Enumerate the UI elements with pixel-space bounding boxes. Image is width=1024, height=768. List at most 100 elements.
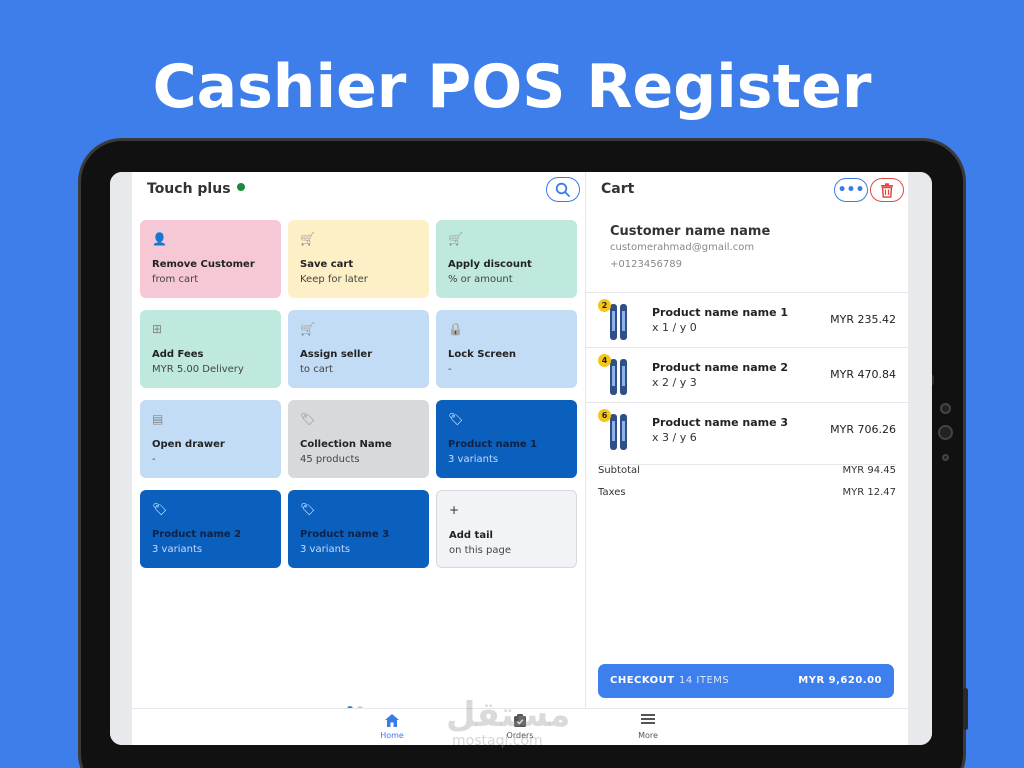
action-tile[interactable]: ▤ Open drawer - <box>140 400 281 478</box>
tile-subtitle: 45 products <box>300 454 360 465</box>
product-thumbnail-icon <box>610 359 627 395</box>
cart-item-row[interactable]: 2 Product name name 1 x 1 / y 0 MYR 235.42 <box>586 292 908 347</box>
tile-title: Save cart <box>300 259 354 270</box>
register-title: Touch plus <box>147 181 245 197</box>
customer-email: customerahmad@gmail.com <box>610 242 755 253</box>
tile-title: Product name 3 <box>300 529 390 540</box>
product-price: MYR 235.42 <box>830 313 896 326</box>
register-panel: Touch plus 👤 Remove Customer from cart 🛒 Sav… <box>132 172 586 712</box>
tile-title: Collection Name <box>300 439 392 450</box>
tablet-camera-icon <box>942 454 949 461</box>
tile-subtitle: 3 variants <box>300 544 351 555</box>
tag-icon: 🏷 <box>300 412 316 426</box>
action-tile[interactable]: 🔒 Lock Screen - <box>436 310 577 388</box>
taxes-value: MYR 12.47 <box>842 487 897 498</box>
product-quantity: x 1 / y 0 <box>652 321 697 334</box>
tablet-side-button <box>963 688 968 730</box>
watermark-url: mostaql.com <box>452 733 543 749</box>
tag-icon: 🏷 <box>300 502 316 516</box>
product-price: MYR 706.26 <box>830 423 896 436</box>
customer-name[interactable]: Customer name name <box>610 224 770 239</box>
tile-subtitle: MYR 5.00 Delivery <box>152 364 244 375</box>
checkout-label: CHECKOUT <box>610 675 675 686</box>
clear-cart-button[interactable] <box>870 178 904 202</box>
quantity-badge: 4 <box>598 354 611 367</box>
cart-item-row[interactable]: 6 Product name name 3 x 3 / y 6 MYR 706.26 <box>586 402 908 457</box>
cart-item-row[interactable]: 4 Product name name 2 x 2 / y 3 MYR 470.84 <box>586 347 908 402</box>
tag-icon: 🏷 <box>152 502 168 516</box>
action-tile[interactable]: 👤 Remove Customer from cart <box>140 220 281 298</box>
action-tile[interactable]: 🛒 Apply discount % or amount <box>436 220 577 298</box>
cart-icon: 🛒 <box>448 232 463 246</box>
drawer-icon: ▤ <box>152 412 164 426</box>
home-icon <box>385 714 399 727</box>
tile-subtitle: - <box>152 454 156 465</box>
action-tile[interactable]: + Add tail on this page <box>436 490 577 568</box>
action-tile[interactable]: 🏷 Product name 2 3 variants <box>140 490 281 568</box>
watermark-logo: مستقل <box>446 695 571 735</box>
action-tile[interactable]: 🏷 Product name 3 3 variants <box>288 490 429 568</box>
tablet-camera-icon <box>938 425 953 440</box>
right-gutter <box>908 172 932 745</box>
tile-subtitle: Keep for later <box>300 274 368 285</box>
action-tile[interactable]: 🛒 Assign seller to cart <box>288 310 429 388</box>
tile-subtitle: 3 variants <box>152 544 203 555</box>
nav-more-label: More <box>638 731 658 740</box>
customer-phone: +0123456789 <box>610 259 683 270</box>
tile-subtitle: from cart <box>152 274 199 285</box>
page-headline: Cashier POS Register <box>152 52 872 122</box>
product-quantity: x 2 / y 3 <box>652 376 697 389</box>
subtotal-value: MYR 94.45 <box>842 465 897 476</box>
lock-icon: 🔒 <box>448 322 463 336</box>
add-fee-icon: ⊞ <box>152 322 163 336</box>
register-name: Touch plus <box>147 181 231 197</box>
cart-panel: Cart ••• Customer name name customerahma… <box>586 172 908 708</box>
tile-subtitle: % or amount <box>448 274 513 285</box>
product-name: Product name name 2 <box>652 361 789 374</box>
product-price: MYR 470.84 <box>830 368 896 381</box>
trash-icon <box>881 182 893 198</box>
product-thumbnail-icon <box>610 304 627 340</box>
tag-icon: 🏷 <box>448 412 464 426</box>
quantity-badge: 2 <box>598 299 611 312</box>
search-icon <box>555 182 570 197</box>
tablet-camera-icon <box>940 403 951 414</box>
app-screen: Touch plus 👤 Remove Customer from cart 🛒 Sav… <box>110 172 932 745</box>
product-name: Product name name 3 <box>652 416 789 429</box>
action-tile[interactable]: ⊞ Add Fees MYR 5.00 Delivery <box>140 310 281 388</box>
more-icon: ••• <box>837 182 865 198</box>
product-thumbnail-icon <box>610 414 627 450</box>
plus-icon: + <box>449 503 460 517</box>
product-quantity: x 3 / y 6 <box>652 431 697 444</box>
action-tile[interactable]: 🛒 Save cart Keep for later <box>288 220 429 298</box>
taxes-row: Taxes MYR 12.47 <box>598 487 896 498</box>
tile-subtitle: - <box>448 364 452 375</box>
tile-subtitle: 3 variants <box>448 454 499 465</box>
tile-title: Assign seller <box>300 349 373 360</box>
left-gutter <box>110 172 132 745</box>
nav-more[interactable]: More <box>618 713 678 740</box>
action-tile[interactable]: 🏷 Collection Name 45 products <box>288 400 429 478</box>
cart-title: Cart <box>601 181 635 197</box>
product-name: Product name name 1 <box>652 306 789 319</box>
checkout-button[interactable]: CHECKOUT 14 ITEMS MYR 9,620.00 <box>598 664 894 698</box>
search-button[interactable] <box>546 177 580 202</box>
more-options-button[interactable]: ••• <box>834 178 868 202</box>
tile-title: Open drawer <box>152 439 225 450</box>
nav-home[interactable]: Home <box>362 713 422 740</box>
user-icon: 👤 <box>152 232 167 246</box>
tile-title: Product name 1 <box>448 439 538 450</box>
taxes-label: Taxes <box>598 487 626 498</box>
subtotal-label: Subtotal <box>598 465 640 476</box>
tile-title: Add tail <box>449 530 493 541</box>
tile-title: Remove Customer <box>152 259 255 270</box>
nav-home-label: Home <box>380 731 404 740</box>
action-tile[interactable]: 🏷 Product name 1 3 variants <box>436 400 577 478</box>
menu-icon <box>641 714 655 724</box>
subtotal-row: Subtotal MYR 94.45 <box>598 464 896 478</box>
cart-icon: 🛒 <box>300 232 315 246</box>
online-status-icon <box>236 183 245 191</box>
tile-title: Product name 2 <box>152 529 242 540</box>
tile-subtitle: on this page <box>449 545 512 556</box>
tile-title: Add Fees <box>152 349 204 360</box>
